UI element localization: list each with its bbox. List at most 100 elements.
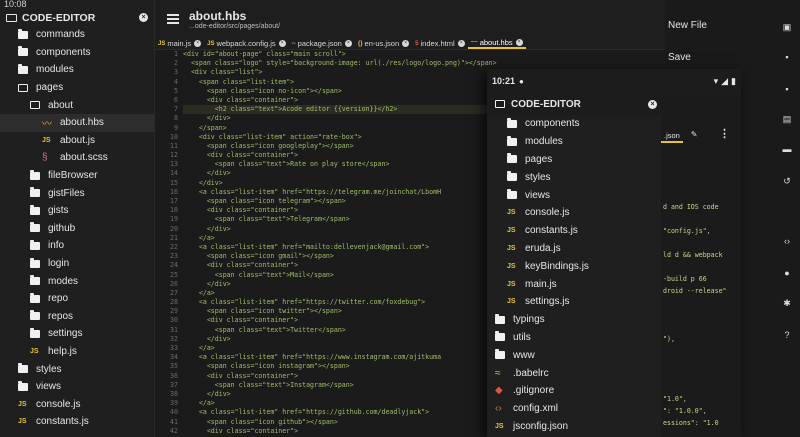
tree-item[interactable]: www xyxy=(487,346,661,364)
code-icon[interactable]: ‹› xyxy=(780,236,794,246)
tab-close-icon[interactable]: × xyxy=(194,40,202,47)
editor-tab[interactable]: JS webpack.config.js × xyxy=(204,38,289,49)
tree-item[interactable]: styles xyxy=(487,168,661,186)
tree-item[interactable]: modules xyxy=(0,61,154,79)
folder-icon xyxy=(30,327,40,338)
tree-item[interactable]: JS console.js xyxy=(0,395,154,413)
editor-tab[interactable]: {} en-us.json × xyxy=(355,38,412,49)
tree-item[interactable]: modules xyxy=(487,133,661,151)
tree-item[interactable]: 〰 about.hbs xyxy=(0,113,154,132)
tree-item[interactable]: commands xyxy=(0,26,154,44)
line-number: 28 xyxy=(170,298,178,307)
history-icon[interactable]: ↺ xyxy=(780,176,794,187)
tree-item[interactable]: gists xyxy=(0,202,154,220)
code-line: <div id="about-page" class="main scroll"… xyxy=(183,50,346,58)
tree-item[interactable]: pages xyxy=(487,151,661,169)
new-file-icon[interactable]: ▣ xyxy=(780,22,794,33)
tree-item[interactable]: github xyxy=(0,220,154,238)
js-file-icon: JS xyxy=(507,227,516,235)
tree-item[interactable]: ≈ .babelrc xyxy=(487,364,661,382)
tree-item[interactable]: repo xyxy=(0,290,154,308)
tree-item[interactable]: modes xyxy=(0,272,154,290)
editor-tab[interactable]: JS main.js × xyxy=(155,38,204,49)
json-file-icon: JS xyxy=(495,422,504,430)
tree-item[interactable]: utils xyxy=(487,329,661,347)
settings-icon[interactable]: ✱ xyxy=(780,298,794,309)
tree-item[interactable]: ‹› config.xml xyxy=(487,400,661,418)
editor-tab[interactable]: 5 index.html × xyxy=(412,38,468,49)
code-line: <a class="list-item" href="https://twitt… xyxy=(183,298,426,307)
line-number: 30 xyxy=(170,316,178,325)
phone-file-tree: components modules pages styles views JS conso… xyxy=(487,115,661,437)
notification-icon: ● xyxy=(519,76,524,86)
tree-item[interactable]: JS settings.js xyxy=(487,293,661,311)
tree-item[interactable]: JS keyBindings.js xyxy=(487,257,661,275)
tab-close-icon[interactable]: × xyxy=(457,40,465,47)
close-folder-icon[interactable]: × xyxy=(648,99,657,109)
tree-item[interactable]: gistFiles xyxy=(0,184,154,202)
tree-item-label: pages xyxy=(525,153,553,165)
tree-item[interactable]: JS main.js xyxy=(487,275,661,293)
save-as-icon[interactable]: ▪ xyxy=(780,84,794,94)
line-number: 17 xyxy=(170,197,178,205)
menu-icon[interactable] xyxy=(167,12,179,26)
tree-item[interactable]: JS about.js xyxy=(0,132,154,150)
phone-tab[interactable]: .json xyxy=(661,131,683,143)
editor-header: about.hbs ...ode-editor/src/pages/about/ xyxy=(155,0,665,38)
github-icon[interactable]: ● xyxy=(780,268,794,278)
tab-close-icon[interactable]: × xyxy=(344,40,352,47)
code-line: droid --release" xyxy=(663,287,727,295)
tree-item[interactable]: JS constants.js xyxy=(0,413,154,431)
tab-close-icon[interactable]: × xyxy=(278,40,286,47)
tree-item[interactable]: fileBrowser xyxy=(0,167,154,185)
tree-item[interactable]: components xyxy=(0,44,154,62)
tree-item[interactable]: repos xyxy=(0,308,154,326)
tree-item-label: info xyxy=(48,240,65,252)
tab-file-icon: -- xyxy=(291,40,296,47)
code-line: </span> xyxy=(183,123,227,132)
tree-item[interactable]: JS console.js xyxy=(487,204,661,222)
code-line: <span class="icon googleplay"></span> xyxy=(183,141,354,150)
tree-item[interactable]: styles xyxy=(0,360,154,378)
folder-icon xyxy=(30,292,40,303)
tree-item[interactable]: typings xyxy=(487,311,661,329)
tree-item[interactable]: JS constants.js xyxy=(487,222,661,240)
tab-file-icon: 5 xyxy=(415,40,419,47)
tree-item[interactable]: login xyxy=(0,255,154,273)
tab-close-icon[interactable]: × xyxy=(515,39,523,46)
close-folder-icon[interactable]: × xyxy=(139,13,148,22)
editor-tab[interactable]: ~~ about.hbs × xyxy=(467,38,526,49)
tree-item[interactable]: info xyxy=(0,237,154,255)
more-options-icon[interactable]: ⋮ xyxy=(719,127,730,140)
line-number: 29 xyxy=(170,307,178,316)
tree-item-label: modules xyxy=(525,136,563,148)
tree-item[interactable]: JS help.js xyxy=(0,343,154,361)
folder-icon xyxy=(6,13,17,22)
tree-item[interactable]: about xyxy=(0,96,154,114)
save-icon[interactable]: ▪ xyxy=(780,52,794,62)
folder-icon xyxy=(18,63,28,74)
tab-close-icon[interactable]: × xyxy=(402,40,410,47)
help-icon[interactable]: ? xyxy=(780,330,794,340)
code-lines[interactable]: <div id="about-page" class="main scroll"… xyxy=(183,50,497,436)
tree-item-label: gistFiles xyxy=(48,187,85,199)
folder-icon[interactable]: ▬ xyxy=(780,144,794,154)
code-line: <span class="text">Instagram</span> xyxy=(183,380,354,389)
tab-bar: JS main.js × JS webpack.config.js × -- package.… xyxy=(155,38,665,50)
line-number: 20 xyxy=(170,224,178,233)
js-file-icon: JS xyxy=(507,209,516,217)
line-number: 34 xyxy=(170,353,178,362)
tree-item[interactable]: components xyxy=(487,115,661,133)
tree-item[interactable]: JS eruda.js xyxy=(487,240,661,258)
tree-item-label: constants.js xyxy=(525,225,578,237)
tree-item[interactable]: views xyxy=(0,378,154,396)
tree-item[interactable]: § about.scss xyxy=(0,149,154,167)
tree-item[interactable]: ◆ .gitignore xyxy=(487,382,661,400)
tree-item[interactable]: pages xyxy=(0,79,154,97)
tree-item[interactable]: JS jsconfig.json xyxy=(487,418,661,436)
pencil-icon[interactable]: ✎ xyxy=(691,129,697,140)
tree-item[interactable]: views xyxy=(487,186,661,204)
tree-item[interactable]: settings xyxy=(0,325,154,343)
editor-tab[interactable]: -- package.json × xyxy=(289,38,355,49)
document-icon[interactable]: ▤ xyxy=(780,114,794,125)
